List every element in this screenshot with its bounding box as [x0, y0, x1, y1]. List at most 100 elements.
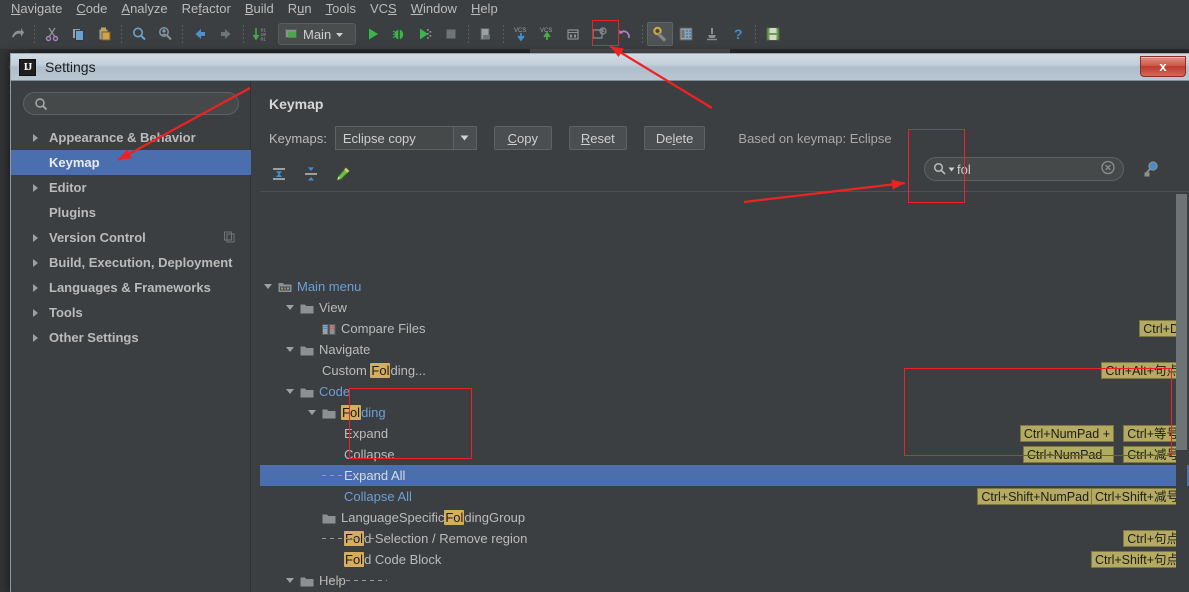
tree-row[interactable]: Main menu — [260, 276, 1189, 297]
chevron-right-icon[interactable] — [33, 309, 38, 317]
undo-icon[interactable] — [612, 22, 638, 46]
keymap-select[interactable]: Eclipse copy — [335, 126, 477, 150]
forward-icon[interactable] — [213, 22, 239, 46]
dialog-body: Appearance & BehaviorKeymapEditorPlugins… — [11, 81, 1189, 592]
vcs-changes-icon[interactable] — [586, 22, 612, 46]
vcs-update-icon[interactable]: VCS — [508, 22, 534, 46]
menu-navigate[interactable]: Navigate — [4, 0, 69, 19]
reset-button[interactable]: Reset — [569, 126, 627, 150]
tree-row[interactable]: View — [260, 297, 1189, 318]
edit-shortcut-icon[interactable] — [332, 164, 354, 184]
sidebar-item-keymap[interactable]: Keymap — [11, 150, 251, 175]
chevron-down-icon[interactable] — [308, 410, 316, 415]
scissors-icon[interactable] — [39, 22, 65, 46]
run-configuration-selector[interactable]: Main — [278, 23, 356, 45]
sort-icon[interactable]: 011001 — [248, 22, 274, 46]
close-icon[interactable]: x — [1140, 56, 1186, 77]
main-toolbar: 011001 Main VCS VCS — [0, 19, 1189, 49]
vcs-history-icon[interactable] — [560, 22, 586, 46]
copy-button[interactable]: Copy — [494, 126, 552, 150]
chevron-right-icon[interactable] — [33, 259, 38, 267]
folder-icon — [322, 407, 336, 419]
chevron-right-icon[interactable] — [33, 334, 38, 342]
main-menu-icon — [278, 281, 292, 293]
search-structurally-icon[interactable] — [152, 22, 178, 46]
help-icon[interactable]: ? — [725, 22, 751, 46]
keymaps-toolbar: Keymaps: Eclipse copy Copy Reset Delete … — [269, 126, 892, 150]
menu-vcs[interactable]: VCS — [363, 0, 404, 19]
menu-window[interactable]: Window — [404, 0, 464, 19]
paste-icon[interactable] — [91, 22, 117, 46]
sidebar-item-build-execution-deployment[interactable]: Build, Execution, Deployment — [11, 250, 251, 275]
sidebar-search-field[interactable] — [23, 92, 239, 115]
chevron-down-icon[interactable] — [286, 578, 294, 583]
sidebar-item-other-settings[interactable]: Other Settings — [11, 325, 251, 350]
copy-settings-icon[interactable] — [224, 230, 235, 245]
menu-refactor[interactable]: Refactor — [175, 0, 238, 19]
chevron-right-icon[interactable] — [33, 234, 38, 242]
tree-row[interactable]: Expand All — [260, 465, 1189, 486]
menubar: Navigate Code Analyze Refactor Build Run… — [0, 0, 1189, 19]
tree-row[interactable]: Collapse — [260, 444, 1189, 465]
vcs-commit-icon[interactable]: VCS — [534, 22, 560, 46]
clear-icon[interactable] — [1101, 161, 1115, 178]
keymap-search-field[interactable]: fol — [924, 157, 1124, 181]
sidebar-item-version-control[interactable]: Version Control — [11, 225, 251, 250]
tree-row[interactable]: LanguageSpecificFoldingGroup — [260, 507, 1189, 528]
open-module-settings-icon[interactable] — [473, 22, 499, 46]
stop-icon — [438, 22, 464, 46]
chevron-down-icon[interactable] — [264, 284, 272, 289]
chevron-down-icon[interactable] — [948, 166, 955, 173]
sidebar-item-languages-frameworks[interactable]: Languages & Frameworks — [11, 275, 251, 300]
sdk-icon[interactable] — [699, 22, 725, 46]
tree-row[interactable]: Fold Code Block — [260, 549, 1189, 570]
menu-build[interactable]: Build — [238, 0, 281, 19]
menu-analyze[interactable]: Analyze — [114, 0, 174, 19]
tree-row[interactable]: Fold Selection / Remove region — [260, 528, 1189, 549]
chevron-down-icon[interactable] — [286, 347, 294, 352]
debug-icon[interactable] — [386, 22, 412, 46]
sidebar-item-appearance-behavior[interactable]: Appearance & Behavior — [11, 125, 251, 150]
tree-row[interactable]: Compare Files — [260, 318, 1189, 339]
chevron-right-icon[interactable] — [33, 134, 38, 142]
dialog-titlebar[interactable]: IJ Settings x — [10, 53, 1189, 81]
chevron-right-icon[interactable] — [33, 284, 38, 292]
save-all-icon[interactable] — [760, 22, 786, 46]
tree-row[interactable]: Custom Folding... — [260, 360, 1189, 381]
menu-tools[interactable]: Tools — [319, 0, 363, 19]
tree-row[interactable]: Expand — [260, 423, 1189, 444]
shortcut-tree[interactable]: Main menuViewCtrl+DCompare FilesNavigate… — [260, 191, 1189, 592]
sidebar-item-plugins[interactable]: Plugins — [11, 200, 251, 225]
tree-row[interactable]: Code — [260, 381, 1189, 402]
tree-row-content: Navigate — [286, 339, 370, 360]
run-coverage-icon[interactable] — [412, 22, 438, 46]
tree-scrollbar-thumb[interactable] — [1176, 194, 1187, 450]
forward-arrow-icon[interactable] — [4, 22, 30, 46]
menu-code[interactable]: Code — [69, 0, 114, 19]
search-input[interactable] — [54, 95, 224, 112]
chevron-down-icon[interactable] — [286, 389, 294, 394]
find-by-shortcut-icon[interactable] — [1140, 157, 1164, 181]
chevron-right-icon[interactable] — [33, 184, 38, 192]
menu-run[interactable]: Run — [281, 0, 319, 19]
settings-icon[interactable] — [647, 22, 673, 46]
tree-row[interactable]: Collapse All — [260, 486, 1189, 507]
tree-row[interactable]: Folding — [260, 402, 1189, 423]
delete-button[interactable]: Delete — [644, 126, 706, 150]
menu-help[interactable]: Help — [464, 0, 505, 19]
folder-icon — [322, 512, 336, 524]
tree-row[interactable]: Navigate — [260, 339, 1189, 360]
run-icon[interactable] — [360, 22, 386, 46]
sidebar-item-tools[interactable]: Tools — [11, 300, 251, 325]
collapse-all-icon[interactable] — [300, 164, 322, 184]
app-icon: IJ — [19, 59, 36, 76]
sidebar-item-editor[interactable]: Editor — [11, 175, 251, 200]
chevron-down-icon[interactable] — [286, 305, 294, 310]
chevron-down-icon[interactable] — [453, 127, 476, 149]
expand-all-icon[interactable] — [268, 164, 290, 184]
copy-icon[interactable] — [65, 22, 91, 46]
back-icon[interactable] — [187, 22, 213, 46]
search-icon[interactable] — [126, 22, 152, 46]
tree-row[interactable]: Help — [260, 570, 1189, 591]
project-structure-icon[interactable] — [673, 22, 699, 46]
